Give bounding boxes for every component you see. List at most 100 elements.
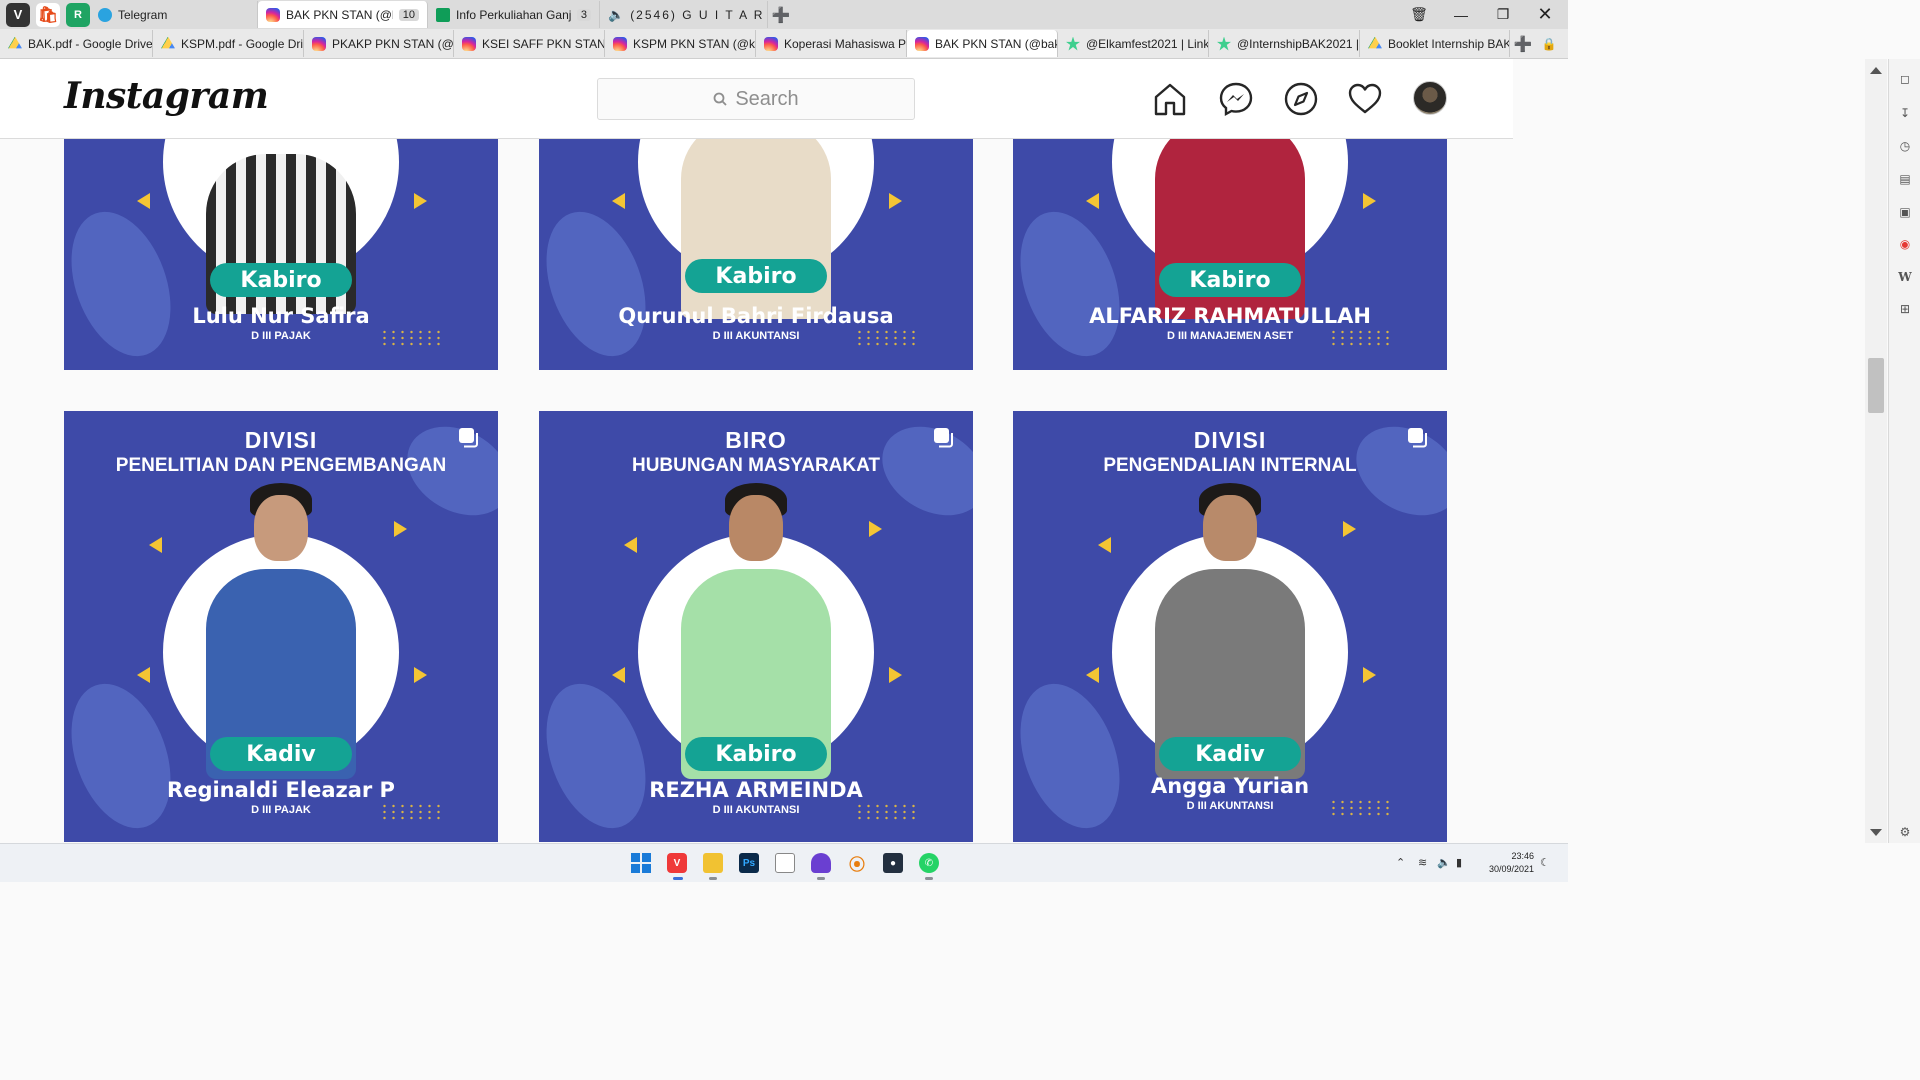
tab-kspm-pdf[interactable]: KSPM.pdf - Google Dri bbox=[153, 30, 304, 57]
post-qurunul-bahri-firdausa[interactable]: Kabiro Qurunul Bahri Firdausa D III AKUN… bbox=[539, 139, 973, 370]
tab-booklet[interactable]: Booklet Internship BAK bbox=[1360, 30, 1510, 57]
vivaldi-browser-icon[interactable]: V bbox=[667, 853, 687, 873]
decor-triangle bbox=[137, 193, 150, 209]
decor-blob bbox=[1013, 670, 1138, 842]
decor-triangle bbox=[1343, 521, 1356, 537]
post-subtitle: PENELITIAN DAN PENGEMBANGAN bbox=[115, 455, 447, 476]
post-rezha-armeinda[interactable]: BIRO HUBUNGAN MASYARAKAT Kabiro REZHA AR… bbox=[539, 411, 973, 842]
decor-dots bbox=[855, 803, 921, 821]
download-icon[interactable]: ↧ bbox=[1897, 105, 1913, 121]
blender-icon[interactable]: ⦿ bbox=[847, 853, 867, 874]
davinci-resolve-icon[interactable]: ● bbox=[883, 853, 903, 873]
window-panel-icon[interactable]: ▣ bbox=[1897, 204, 1913, 220]
volume-icon[interactable]: 🔈 bbox=[1437, 856, 1451, 869]
tab-pkakp[interactable]: PKAKP PKN STAN (@pl bbox=[304, 30, 454, 57]
home-icon[interactable] bbox=[1152, 81, 1188, 117]
vivaldi-menu-icon[interactable]: V bbox=[6, 2, 30, 27]
post-subtitle: PENGENDALIAN INTERNAL bbox=[1103, 455, 1357, 476]
tab-telegram[interactable]: Telegram bbox=[90, 1, 258, 28]
vivaldi-icon[interactable]: ◉ bbox=[1897, 236, 1913, 252]
lock-icon[interactable]: 🔒 bbox=[1540, 35, 1558, 53]
file-explorer-icon[interactable] bbox=[703, 853, 723, 873]
member-name: Lulu Nur Safira bbox=[192, 304, 370, 328]
system-clock[interactable]: 23:46 30/09/2021 bbox=[1489, 850, 1534, 876]
scroll-thumb[interactable] bbox=[1868, 358, 1884, 413]
tab-label: Booklet Internship BAK bbox=[1388, 36, 1510, 51]
decor-blob bbox=[64, 670, 189, 842]
tab-elkamfest[interactable]: @Elkamfest2021 | Link bbox=[1058, 30, 1209, 57]
decor-triangle bbox=[869, 521, 882, 537]
document-icon[interactable] bbox=[775, 853, 795, 873]
new-tab-icon[interactable]: ➕ bbox=[1514, 35, 1533, 53]
decor-triangle bbox=[149, 537, 162, 553]
messenger-icon[interactable] bbox=[1218, 81, 1254, 117]
post-lulu-nur-safira[interactable]: Kabiro Lulu Nur Safira D III PAJAK bbox=[64, 139, 498, 370]
member-name: REZHA ARMEINDA bbox=[649, 778, 863, 802]
tab-bak-pkn-stan-active[interactable]: BAK PKN STAN (@bakp bbox=[907, 30, 1058, 57]
r-app-icon[interactable]: R bbox=[66, 2, 90, 27]
windows-start-icon[interactable] bbox=[631, 853, 651, 873]
trash-icon[interactable]: 🗑 bbox=[1398, 0, 1440, 29]
tab-label: Info Perkuliahan Ganjil bbox=[456, 7, 571, 22]
scroll-up-icon[interactable] bbox=[1870, 67, 1882, 74]
tab-label: Koperasi Mahasiswa PK bbox=[784, 36, 907, 51]
restore-icon[interactable]: ❐ bbox=[1482, 0, 1524, 29]
instagram-logo[interactable]: Instagram bbox=[64, 75, 269, 117]
tab-ksei-saff[interactable]: KSEI SAFF PKN STAN (@ bbox=[454, 30, 605, 57]
post-angga-yurian[interactable]: DIVISI PENGENDALIAN INTERNAL Kadiv Angga… bbox=[1013, 411, 1447, 842]
decor-triangle bbox=[889, 193, 902, 209]
carousel-icon bbox=[1408, 428, 1427, 448]
close-icon[interactable]: ✕ bbox=[1524, 0, 1566, 29]
moon-icon[interactable]: ☾ bbox=[1540, 856, 1550, 869]
post-alfariz-rahmatullah[interactable]: Kabiro ALFARIZ RAHMATULLAH D III MANAJEM… bbox=[1013, 139, 1447, 370]
whatsapp-icon[interactable]: ✆ bbox=[919, 853, 939, 873]
shopping-bag-icon[interactable]: 🛍 bbox=[36, 2, 60, 27]
minimize-icon[interactable]: — bbox=[1440, 0, 1482, 29]
tab-bak-pdf[interactable]: BAK.pdf - Google Drive bbox=[0, 30, 153, 57]
photoshop-icon[interactable]: Ps bbox=[739, 853, 759, 873]
tab-koperasi[interactable]: Koperasi Mahasiswa PK bbox=[756, 30, 907, 57]
tab-label: @Elkamfest2021 | Link bbox=[1086, 36, 1209, 51]
page-scrollbar[interactable] bbox=[1865, 59, 1887, 843]
wifi-icon[interactable]: ≋ bbox=[1418, 856, 1427, 869]
post-title: BIRO bbox=[725, 427, 787, 453]
post-reginaldi-eleazar[interactable]: DIVISI PENELITIAN DAN PENGEMBANGAN Kadiv… bbox=[64, 411, 498, 842]
drive-icon bbox=[161, 36, 175, 49]
search-placeholder: Search bbox=[735, 87, 799, 110]
bookmark-icon[interactable]: ◻ bbox=[1897, 71, 1913, 87]
search-input[interactable]: Search bbox=[597, 78, 915, 120]
settings-gear-icon[interactable]: ⚙ bbox=[1897, 824, 1913, 840]
notes-icon[interactable]: ▤ bbox=[1897, 171, 1913, 187]
explore-icon[interactable] bbox=[1283, 81, 1319, 117]
decor-blob bbox=[539, 670, 664, 842]
tab-info-perkuliahan[interactable]: Info Perkuliahan Ganjil 3 bbox=[428, 1, 600, 28]
role-badge: Kabiro bbox=[685, 259, 827, 293]
obsidian-icon[interactable] bbox=[811, 853, 831, 873]
decor-dots bbox=[1329, 799, 1395, 817]
scroll-down-icon[interactable] bbox=[1870, 829, 1882, 836]
role-badge: Kabiro bbox=[1159, 263, 1301, 297]
avatar[interactable] bbox=[1413, 81, 1447, 115]
posts-grid: Kabiro Lulu Nur Safira D III PAJAK Kabir… bbox=[0, 139, 1513, 843]
battery-icon[interactable]: ▮ bbox=[1456, 856, 1462, 869]
add-panel-icon[interactable]: ⊞ bbox=[1897, 301, 1913, 317]
tray-chevron-icon[interactable]: ⌃ bbox=[1396, 856, 1405, 869]
tab-strip-bottom: BAK.pdf - Google Drive KSPM.pdf - Google… bbox=[0, 29, 1568, 59]
audio-icon: 🔈 bbox=[608, 6, 625, 22]
new-tab-icon[interactable]: ➕ bbox=[772, 6, 791, 24]
post-title: DIVISI bbox=[1193, 427, 1267, 453]
decor-triangle bbox=[612, 667, 625, 683]
history-icon[interactable]: ◷ bbox=[1897, 138, 1913, 154]
tab-internship[interactable]: @InternshipBAK2021 | bbox=[1209, 30, 1360, 57]
tab-count: 3 bbox=[576, 8, 591, 21]
decor-triangle bbox=[1363, 193, 1376, 209]
tab-bak-pkn-stan[interactable]: BAK PKN STAN (@bak 10 bbox=[258, 1, 428, 28]
tab-guitar[interactable]: 🔈 (2546) G U I T A R V I bbox=[600, 1, 768, 28]
instagram-icon bbox=[764, 36, 778, 51]
drive-icon bbox=[8, 36, 22, 49]
heart-icon[interactable] bbox=[1347, 81, 1383, 117]
tab-kspm[interactable]: KSPM PKN STAN (@ksp bbox=[605, 30, 756, 57]
decor-blob bbox=[539, 198, 664, 370]
wikipedia-icon[interactable]: W bbox=[1897, 269, 1913, 285]
role-badge: Kabiro bbox=[210, 263, 352, 297]
